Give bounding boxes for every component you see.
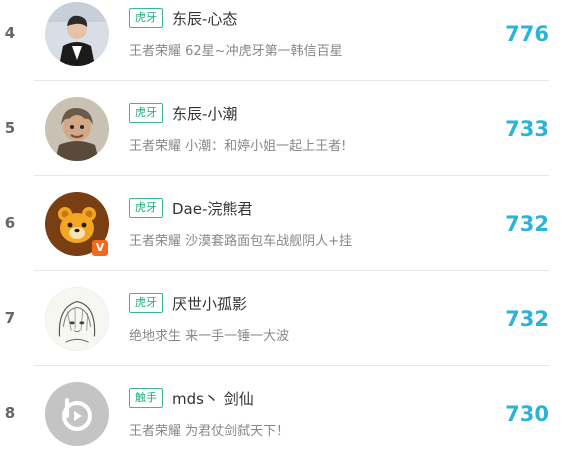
ranking-list: 4 虎牙 东辰-心态 王者荣耀 62星~冲虎牙第一韩信百星 776 5 虎牙 东… [0,0,571,456]
score-value: 733 [505,117,549,141]
streamer-name[interactable]: 东辰-小潮 [172,103,237,124]
list-item[interactable]: 6 V 虎牙 Dae-浣熊君 王者荣耀 沙漠套路面包车战舰阴人+挂 732 [0,176,571,271]
play-logo-avatar[interactable] [45,382,109,446]
list-item[interactable]: 7 虎牙 厌世小孤影 绝地求生 来一手一锤一大波 732 [0,271,571,366]
anime-sketch-avatar[interactable] [45,287,109,351]
rank-number: 6 [4,214,16,232]
score-value: 776 [505,22,549,46]
platform-tag: 虎牙 [129,103,163,123]
platform-tag: 虎牙 [129,8,163,28]
platform-tag: 虎牙 [129,198,163,218]
streamer-name[interactable]: 厌世小孤影 [172,293,247,314]
list-item[interactable]: 8 触手 mds丶 剑仙 王者荣耀 为君仗剑弑天下！ 730 [0,366,571,461]
score-value: 732 [505,212,549,236]
stream-description: 王者荣耀 为君仗剑弑天下！ [129,424,290,439]
stream-description: 王者荣耀 62星~冲虎牙第一韩信百星 [129,44,343,59]
stream-description: 绝地求生 来一手一锤一大波 [129,329,290,344]
streamer-name[interactable]: mds丶 剑仙 [172,388,254,409]
list-item[interactable]: 5 虎牙 东辰-小潮 王者荣耀 小潮：和婷小姐一起上王者! 733 [0,81,571,176]
list-item[interactable]: 4 虎牙 东辰-心态 王者荣耀 62星~冲虎牙第一韩信百星 776 [0,0,571,81]
platform-tag: 触手 [129,388,163,408]
score-value: 730 [505,402,549,426]
person-avatar[interactable] [45,97,109,161]
person-suit-avatar[interactable] [45,2,109,66]
stream-description: 王者荣耀 小潮：和婷小姐一起上王者! [129,139,347,154]
rank-number: 4 [4,24,16,42]
stream-description: 王者荣耀 沙漠套路面包车战舰阴人+挂 [129,234,353,249]
streamer-name[interactable]: 东辰-心态 [172,8,237,29]
rank-number: 7 [4,309,16,327]
score-value: 732 [505,307,549,331]
verified-badge-icon: V [92,240,108,256]
rank-number: 5 [4,119,16,137]
streamer-name[interactable]: Dae-浣熊君 [172,198,252,219]
platform-tag: 虎牙 [129,293,163,313]
rank-number: 8 [4,404,16,422]
